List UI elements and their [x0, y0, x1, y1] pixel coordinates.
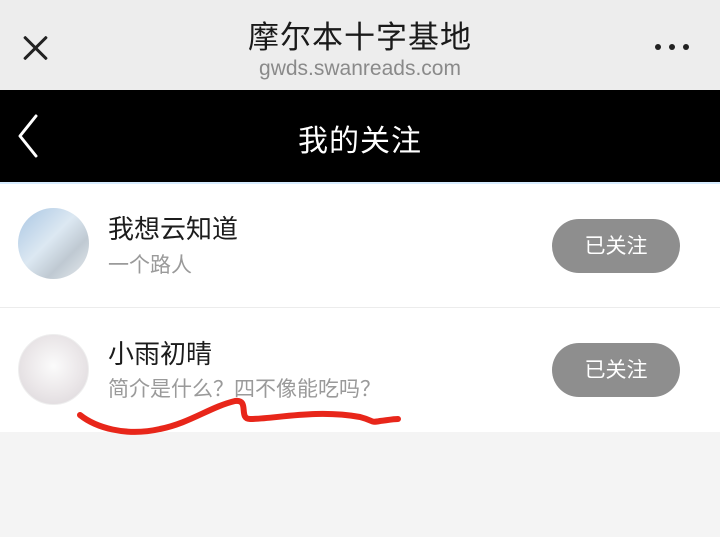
more-dots-icon[interactable] [651, 42, 691, 54]
avatar[interactable] [18, 208, 89, 279]
user-bio: 一个路人 [108, 253, 192, 277]
browser-header: 摩尔本十字基地 gwds.swanreads.com [0, 0, 720, 90]
user-name[interactable]: 小雨初晴 [108, 334, 212, 371]
page-title: 我的关注 [298, 124, 422, 159]
list-item[interactable]: 我想云知道 一个路人 已关注 [0, 184, 720, 308]
following-button[interactable]: 已关注 [552, 219, 680, 273]
nav-bar: 我的关注 [0, 90, 720, 182]
page-site-title: 摩尔本十字基地 [248, 20, 472, 56]
dot [655, 44, 661, 50]
red-underline-annotation [77, 397, 401, 435]
dot [669, 44, 675, 50]
dot [683, 44, 689, 50]
user-name[interactable]: 我想云知道 [108, 209, 238, 246]
following-button[interactable]: 已关注 [552, 343, 680, 397]
site-url: gwds.swanreads.com [259, 57, 461, 80]
